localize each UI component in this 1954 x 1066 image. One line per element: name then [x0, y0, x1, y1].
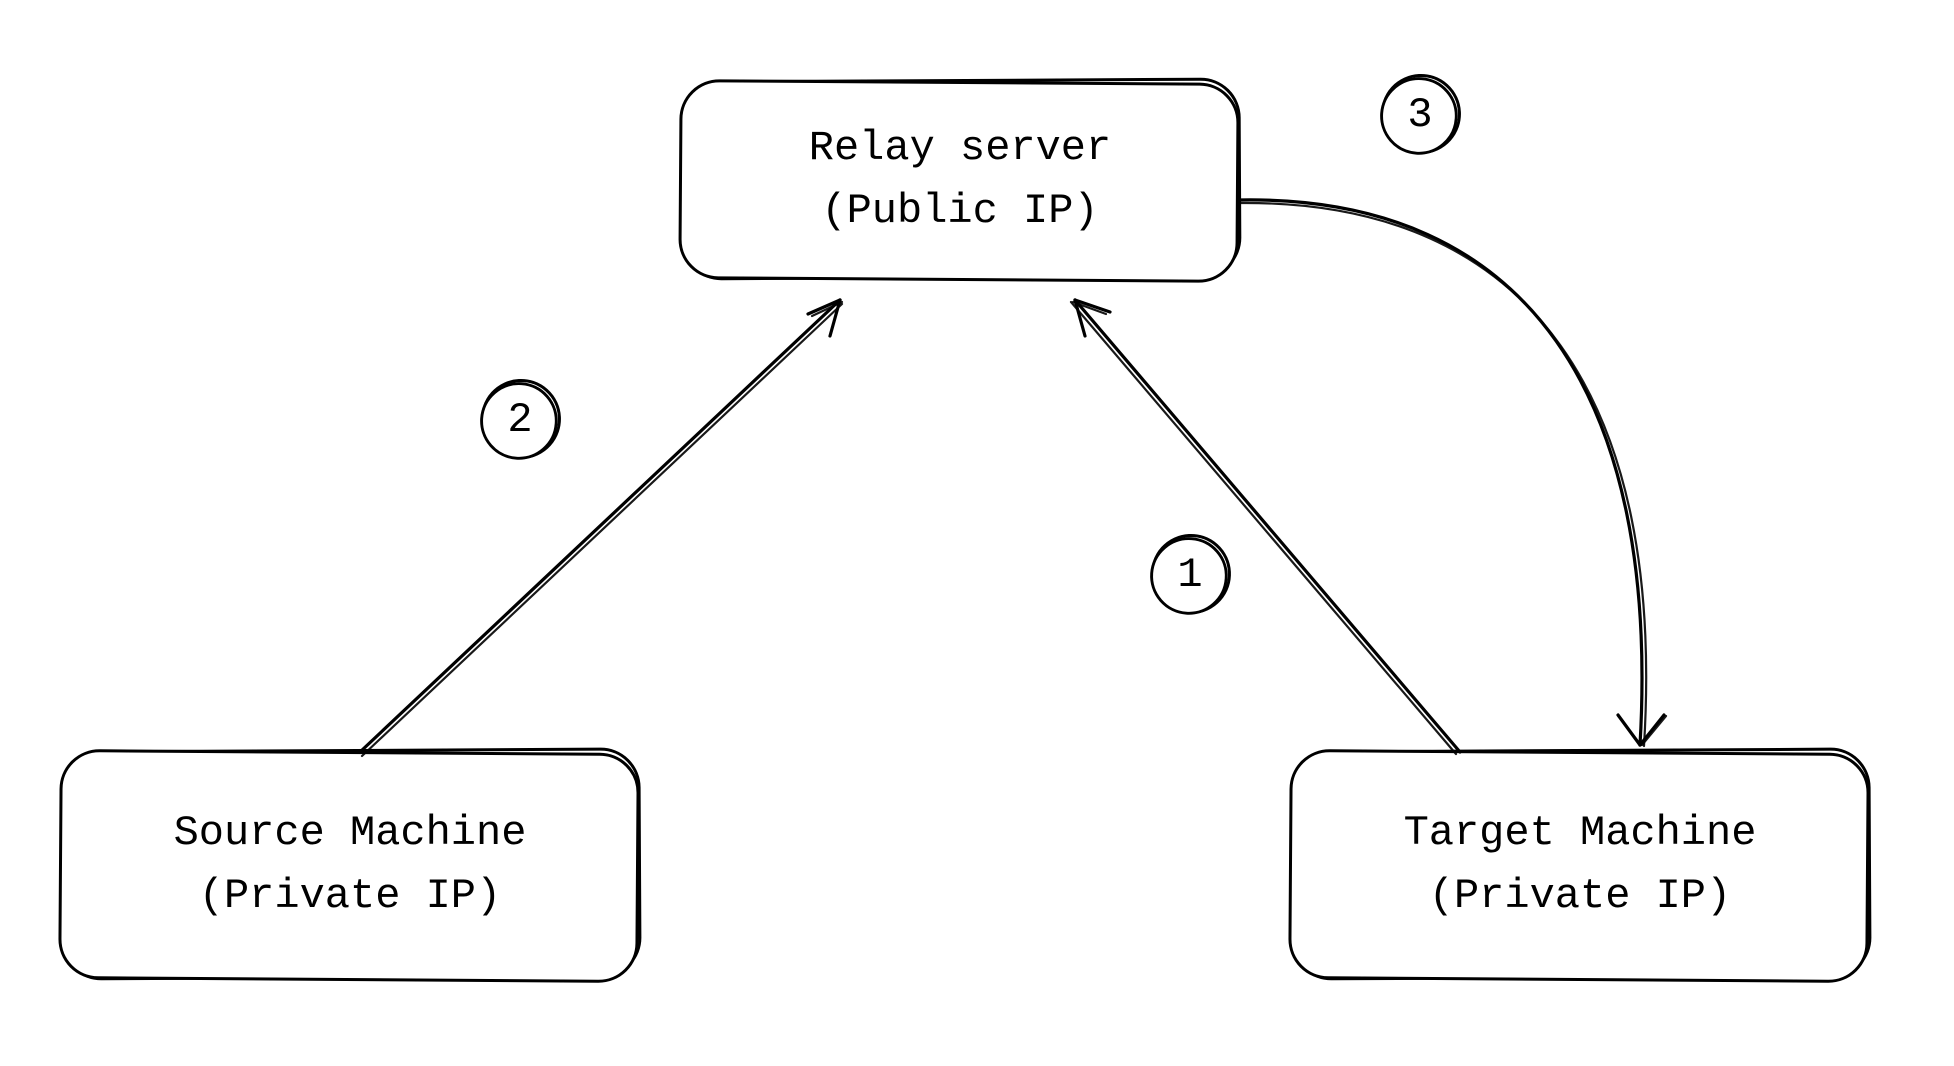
step-number: 2: [480, 380, 560, 460]
arrow-1: [1071, 300, 1460, 754]
node-source-title: Source Machine: [174, 806, 527, 861]
node-target: Target Machine (Private IP): [1290, 750, 1870, 980]
node-target-title: Target Machine: [1404, 806, 1757, 861]
node-source: Source Machine (Private IP): [60, 750, 640, 980]
step-badge-2: 2: [480, 380, 560, 460]
diagram-stage: Relay server (Public IP) Source Machine …: [0, 0, 1954, 1066]
node-source-subtitle: (Private IP): [199, 869, 501, 924]
arrow-3: [1240, 200, 1666, 746]
step-badge-3: 3: [1380, 75, 1460, 155]
node-relay-title: Relay server: [809, 121, 1111, 176]
node-target-subtitle: (Private IP): [1429, 869, 1731, 924]
step-badge-1: 1: [1150, 535, 1230, 615]
arrow-2: [360, 300, 842, 756]
step-number: 3: [1380, 75, 1460, 155]
node-relay: Relay server (Public IP): [680, 80, 1240, 280]
node-relay-subtitle: (Public IP): [821, 184, 1098, 239]
step-number: 1: [1150, 535, 1230, 615]
